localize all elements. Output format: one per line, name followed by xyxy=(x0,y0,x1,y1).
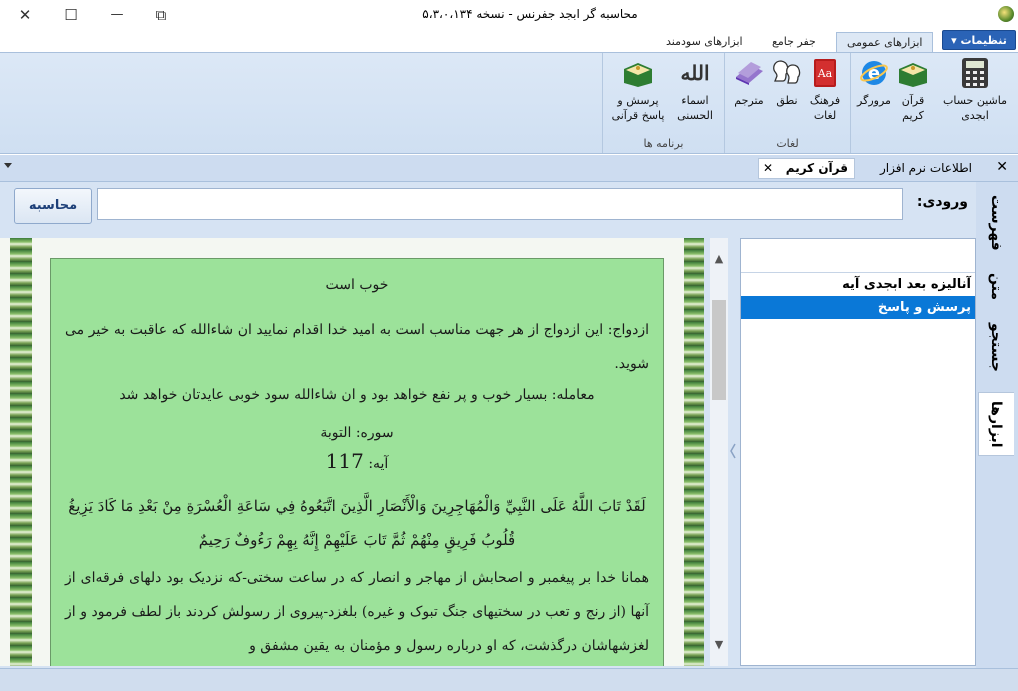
surah-label: سوره: التوبة xyxy=(320,425,394,441)
tab-quran-label: قرآن کریم xyxy=(785,161,848,175)
pronunciation-button[interactable]: نطق xyxy=(771,57,803,108)
reading-pane: خوب است ازدواج: این ازدواج از هر جهت منا… xyxy=(0,238,704,666)
allah-calligraphy-icon: الله xyxy=(679,57,711,89)
browser-label: مرورگر xyxy=(857,94,891,107)
reading-page: خوب است ازدواج: این ازدواج از هر جهت منا… xyxy=(50,258,664,666)
tab-tools[interactable]: ابزارها xyxy=(978,392,1014,456)
reading-scrollbar[interactable]: ▲ ▼ xyxy=(710,238,728,666)
translation-text: همانا خدا بر پیغمبر و اصحابش از مهاجر و … xyxy=(65,570,649,654)
calculator-label: ماشین حساب ابجدی xyxy=(943,94,1007,122)
result-heading: خوب است xyxy=(325,277,389,293)
calculator-icon xyxy=(959,57,991,89)
calculate-button[interactable]: محاسبه xyxy=(14,188,92,224)
restore-button[interactable]: ⧉ xyxy=(148,4,174,26)
tab-text[interactable]: متن xyxy=(978,266,1014,306)
browser-icon: e xyxy=(858,57,890,89)
quran-book-icon xyxy=(897,57,929,89)
marriage-text: ازدواج: این ازدواج از هر جهت مناسب است ب… xyxy=(65,322,649,372)
window-title: محاسبه گر ابجد جفرنس - نسخه ۵،۳،۰،۱۳۴ xyxy=(422,7,638,21)
dictionary-label: فرهنگ لغات xyxy=(809,94,841,122)
chevron-down-icon[interactable] xyxy=(4,163,12,168)
document-tab-bar: قرآن کریم ✕ اطلاعات نرم افزار ✕ xyxy=(0,155,1018,182)
quran-qa-button[interactable]: پرسش و پاسخ قرآنی xyxy=(605,57,671,123)
ayah-number: 117 xyxy=(325,449,364,473)
tab-software-info[interactable]: اطلاعات نرم افزار xyxy=(862,158,972,179)
title-bar: ✕ ☐ — ⧉ محاسبه گر ابجد جفرنس - نسخه ۵،۳،… xyxy=(0,0,1018,30)
ribbon-group-programs: الله اسماء الحسنی پرسش و پاسخ قرآنی برنا… xyxy=(602,53,724,153)
splitter-handle[interactable] xyxy=(729,440,737,462)
translator-button[interactable]: مترجم xyxy=(729,57,769,108)
tab-useful-tools[interactable]: ابزارهای سودمند xyxy=(656,32,753,52)
side-tab-strip: فهرست متن جستجو ابزارها xyxy=(976,182,1018,668)
ornamental-border-left xyxy=(10,238,32,666)
asma-label: اسماء الحسنی xyxy=(677,94,713,122)
trade-text: معامله: بسیار خوب و پر نفع خواهد بود و ا… xyxy=(119,387,595,403)
maximize-button[interactable]: ☐ xyxy=(58,4,84,26)
tab-search[interactable]: جستجو xyxy=(978,314,1014,380)
tools-list: آنالیزه بعد ابجدی آیه پرسش و پاسخ xyxy=(740,238,976,666)
ribbon-tab-row: ▾ تنظیمات ابزارهای عمومی جفر جامع ابزاره… xyxy=(0,30,1018,52)
input-field[interactable] xyxy=(97,188,903,220)
speaking-heads-icon xyxy=(771,57,803,89)
tab-index[interactable]: فهرست xyxy=(978,188,1014,258)
quran-label: قرآن کریم xyxy=(901,94,925,122)
svg-text:Aa: Aa xyxy=(817,67,833,80)
asma-button[interactable]: الله اسماء الحسنی xyxy=(669,57,721,123)
programs-group-label: برنامه ها xyxy=(643,137,684,150)
ribbon-group-main: ماشین حساب ابجدی قرآن کریم e مرورگر xyxy=(850,53,1018,153)
dictionary-button[interactable]: Aa فرهنگ لغات xyxy=(807,57,843,123)
app-logo-icon xyxy=(998,6,1014,22)
close-icon[interactable]: ✕ xyxy=(763,159,773,178)
chevron-down-icon[interactable]: ▼ xyxy=(710,636,728,654)
arabic-verse: لَقَدْ تَابَ اللَّهُ عَلَى النَّبِيِّ وَ… xyxy=(68,497,646,549)
chevron-up-icon[interactable]: ▲ xyxy=(710,250,728,268)
pronunciation-label: نطق xyxy=(776,94,798,107)
lexicon-group-label: لغات xyxy=(776,137,799,150)
ribbon: ماشین حساب ابجدی قرآن کریم e مرورگر Aa ف… xyxy=(0,52,1018,154)
translator-books-icon xyxy=(733,57,765,89)
quran-button[interactable]: قرآن کریم xyxy=(895,57,931,123)
tab-quran[interactable]: قرآن کریم ✕ xyxy=(758,158,855,179)
calculator-button[interactable]: ماشین حساب ابجدی xyxy=(937,57,1013,123)
ayah-line: آیه: 117 xyxy=(65,451,649,474)
close-button[interactable]: ✕ xyxy=(12,4,38,26)
status-bar xyxy=(0,668,1018,691)
ayah-label: آیه: xyxy=(368,456,389,472)
dictionary-icon: Aa xyxy=(809,57,841,89)
quran-qa-label: پرسش و پاسخ قرآنی xyxy=(611,94,665,122)
quran-qa-book-icon xyxy=(622,57,654,89)
tools-list-header xyxy=(741,239,975,273)
chevron-down-icon: ▾ xyxy=(951,34,957,47)
svg-text:الله: الله xyxy=(681,61,710,85)
settings-label: تنظیمات xyxy=(960,34,1007,47)
tab-comprehensive-jafr[interactable]: جفر جامع xyxy=(762,32,826,52)
minimize-button[interactable]: — xyxy=(104,4,130,26)
ribbon-group-lexicon: Aa فرهنگ لغات نطق مترجم لغات xyxy=(724,53,850,153)
close-icon[interactable]: ✕ xyxy=(996,159,1008,175)
list-item[interactable]: آنالیزه بعد ابجدی آیه xyxy=(741,273,975,296)
list-item[interactable]: پرسش و پاسخ xyxy=(741,296,975,319)
translator-label: مترجم xyxy=(734,94,764,107)
browser-button[interactable]: e مرورگر xyxy=(855,57,893,108)
settings-menu-button[interactable]: ▾ تنظیمات xyxy=(942,30,1016,50)
ornamental-border-right xyxy=(684,238,704,666)
tab-general-tools[interactable]: ابزارهای عمومی xyxy=(836,32,934,52)
input-label: ورودی: xyxy=(916,194,968,210)
scrollbar-thumb[interactable] xyxy=(712,300,726,400)
